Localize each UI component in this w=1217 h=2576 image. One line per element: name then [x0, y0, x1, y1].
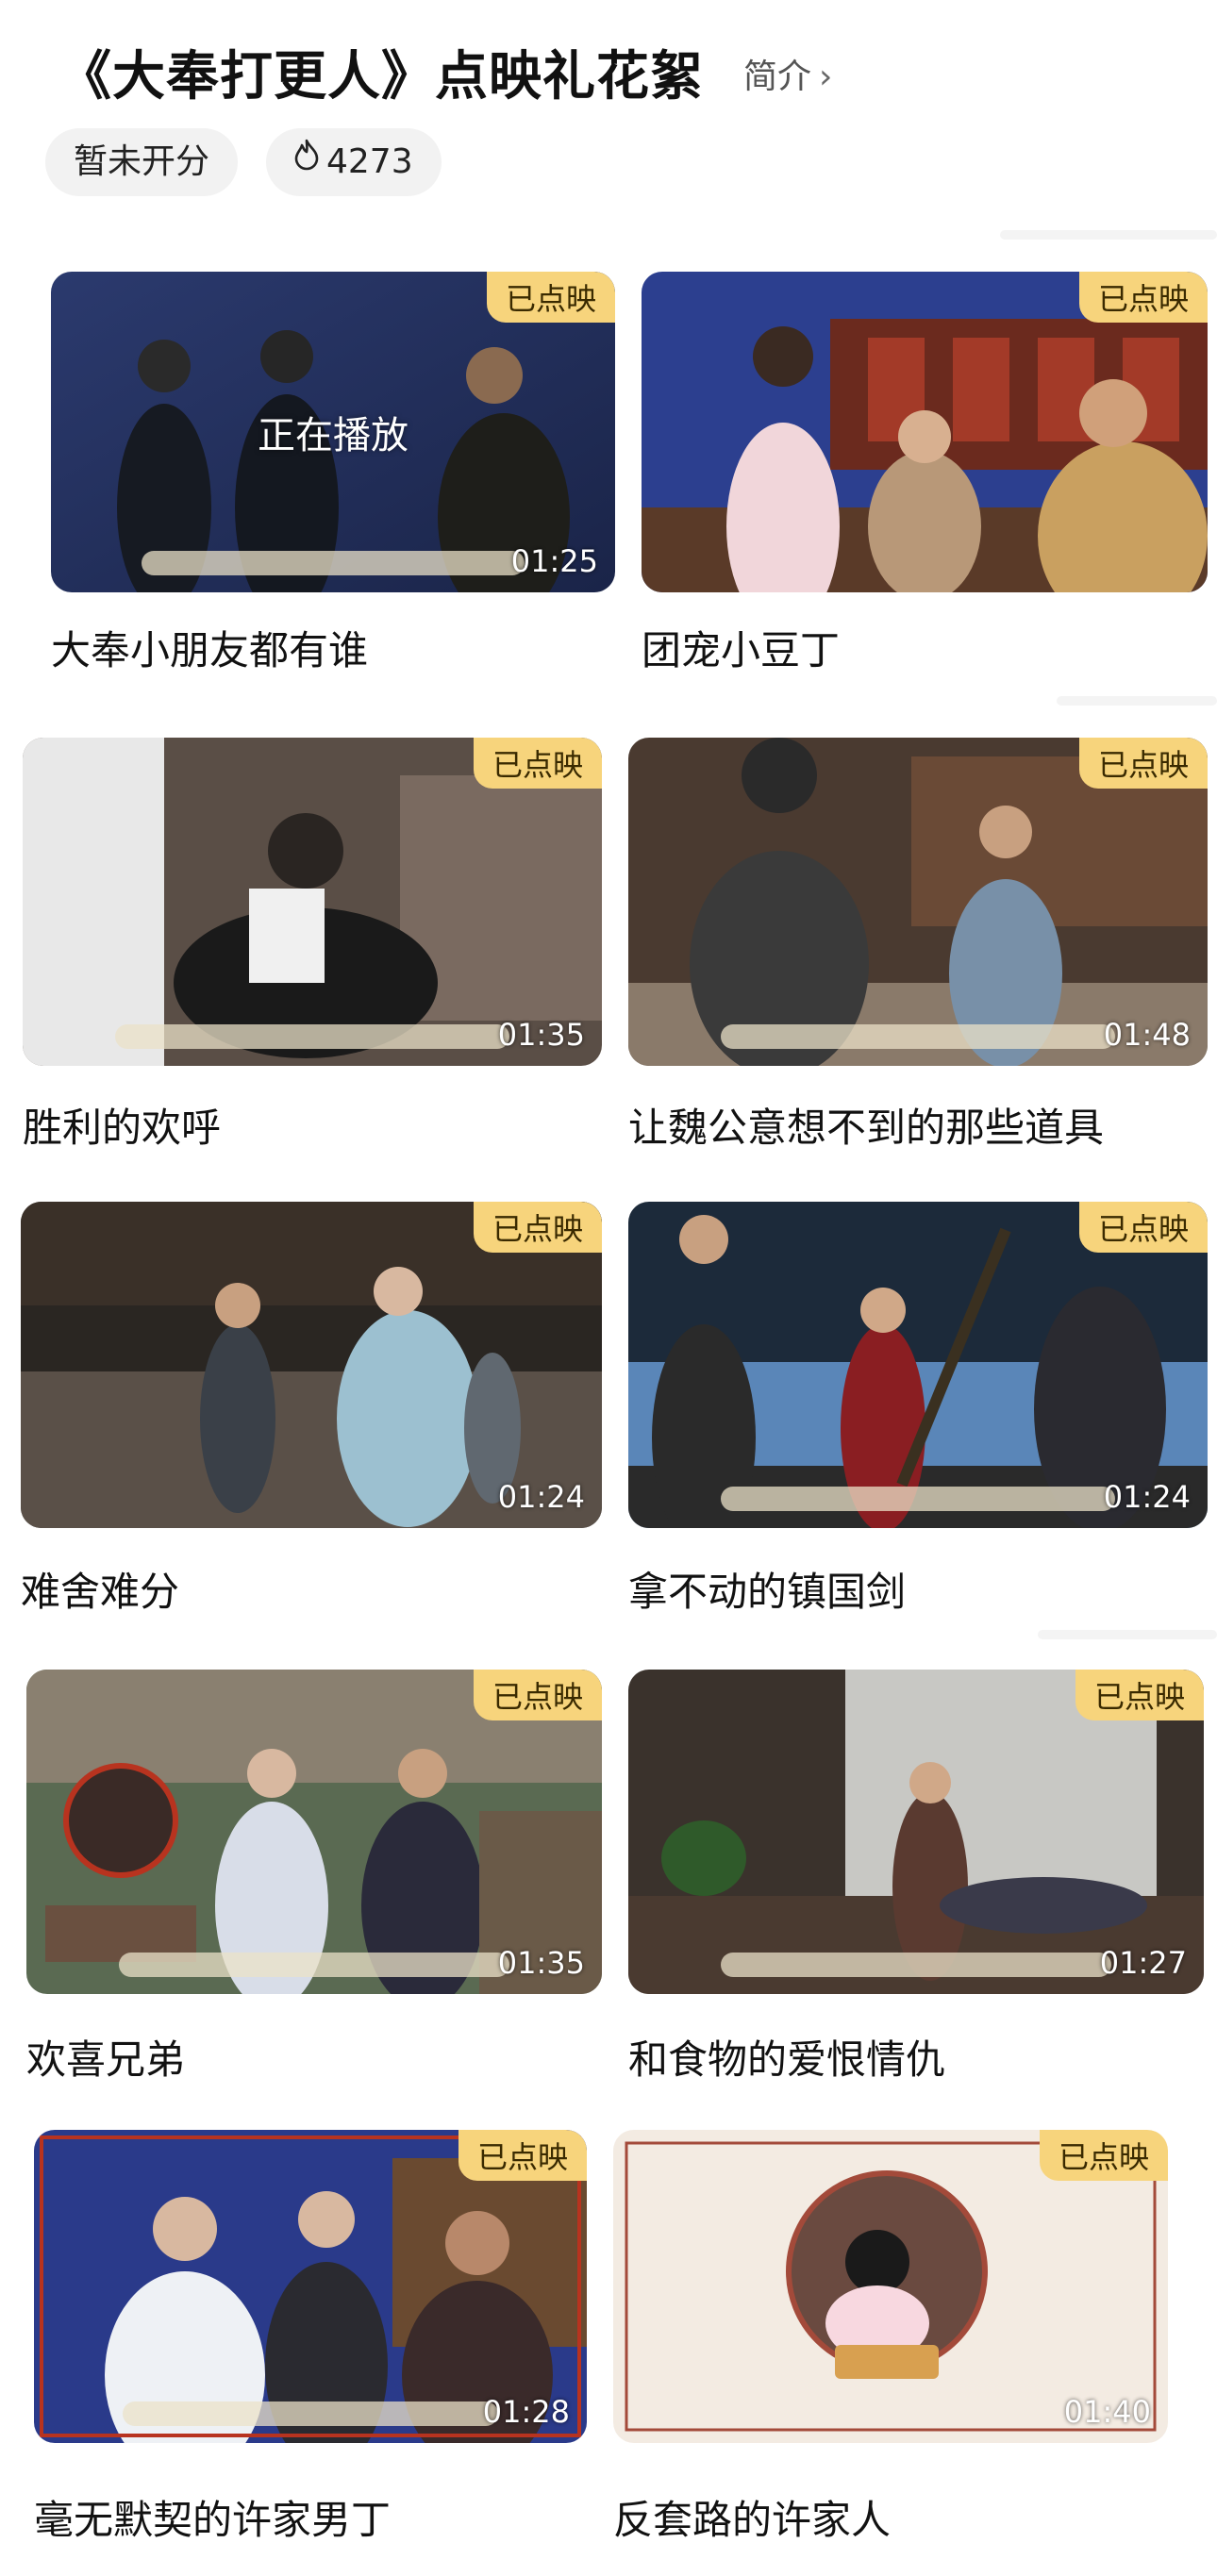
subtitle-bar: [118, 1953, 510, 1977]
video-thumbnail[interactable]: 正在播放 已点映 01:25: [51, 272, 615, 592]
video-title: 和食物的爱恨情仇: [628, 2036, 946, 2083]
premiered-badge: 已点映: [1078, 1202, 1208, 1253]
premiered-badge: 已点映: [1039, 2130, 1168, 2181]
premiered-badge: 已点映: [473, 1670, 602, 1720]
premiered-badge: 已点映: [1078, 272, 1208, 323]
video-thumbnail[interactable]: 已点映 01:48: [628, 738, 1208, 1066]
page-title: 《大奉打更人》点映礼花絮: [58, 46, 704, 108]
video-thumbnail[interactable]: 已点映 01:35: [23, 738, 602, 1066]
intro-link[interactable]: 简介 ›: [743, 49, 832, 98]
subtitle-bar: [720, 1953, 1112, 1977]
video-title: 让魏公意想不到的那些道具: [628, 1105, 1105, 1151]
video-thumbnail[interactable]: 已点映: [642, 272, 1208, 592]
subtitle-bar: [122, 2401, 499, 2426]
video-thumbnail[interactable]: 已点映 01:27: [628, 1670, 1204, 1994]
duration-label: 01:35: [497, 1017, 585, 1053]
premiered-badge: 已点映: [458, 2130, 587, 2181]
video-thumbnail[interactable]: 已点映 01:24: [628, 1202, 1208, 1528]
subtitle-bar: [721, 1487, 1115, 1511]
video-title: 反套路的许家人: [613, 2497, 892, 2543]
duration-label: 01:27: [1099, 1945, 1187, 1981]
heat-pill: 4273: [266, 128, 442, 196]
scroll-edge: [1038, 1630, 1217, 1639]
flame-icon: [292, 126, 321, 194]
scroll-edge: [1000, 230, 1217, 240]
video-thumbnail[interactable]: 已点映 01:24: [21, 1202, 602, 1528]
premiered-badge: 已点映: [486, 272, 615, 323]
subtitle-bar: [721, 1024, 1115, 1049]
duration-label: 01:35: [497, 1945, 585, 1981]
subtitle-bar: [115, 1024, 509, 1049]
duration-label: 01:25: [510, 543, 598, 579]
duration-label: 01:40: [1063, 2394, 1151, 2430]
page-header: 《大奉打更人》点映礼花絮 简介 › 暂未开分 4273: [0, 0, 1217, 226]
scroll-edge: [1057, 696, 1217, 706]
video-title: 胜利的欢呼: [23, 1105, 222, 1151]
chevron-right-icon: ›: [819, 58, 833, 96]
duration-label: 01:48: [1103, 1017, 1191, 1053]
video-title: 团宠小豆丁: [642, 627, 841, 673]
premiered-badge: 已点映: [1075, 1670, 1204, 1720]
video-thumbnail[interactable]: 已点映 01:40: [613, 2130, 1168, 2443]
video-title: 毫无默契的许家男丁: [34, 2497, 392, 2543]
video-title: 难舍难分: [21, 1569, 180, 1615]
premiered-badge: 已点映: [473, 738, 602, 789]
video-title: 欢喜兄弟: [26, 2036, 186, 2083]
video-thumbnail[interactable]: 已点映 01:35: [26, 1670, 602, 1994]
video-title: 拿不动的镇国剑: [628, 1569, 907, 1615]
video-title: 大奉小朋友都有谁: [51, 627, 369, 673]
video-thumbnail[interactable]: 已点映 01:28: [34, 2130, 587, 2443]
premiered-badge: 已点映: [1078, 738, 1208, 789]
duration-label: 01:24: [497, 1479, 585, 1515]
duration-label: 01:28: [482, 2394, 570, 2430]
intro-label: 简介: [743, 58, 812, 96]
premiered-badge: 已点映: [473, 1202, 602, 1253]
heat-count: 4273: [326, 142, 413, 181]
duration-label: 01:24: [1103, 1479, 1191, 1515]
score-pill: 暂未开分: [45, 128, 239, 196]
